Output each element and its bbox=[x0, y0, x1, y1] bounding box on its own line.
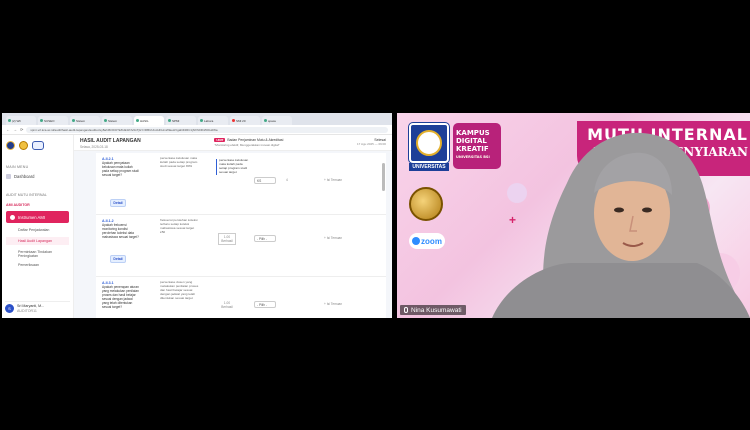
indicator-target: persentase dosen yang melakukan penilaia… bbox=[160, 280, 199, 300]
browser-tab-label: SUSEO bbox=[44, 118, 55, 123]
user-role: AUDITOR11 bbox=[17, 308, 37, 313]
unit-subtitle: "Monitoring efektif, Menggerakkan inovas… bbox=[214, 143, 280, 147]
favicon-icon bbox=[136, 119, 139, 122]
favicon-icon bbox=[40, 119, 43, 122]
indicator-question: Apakah penerapan aturan yang melakukan p… bbox=[102, 285, 139, 309]
scrollbar[interactable] bbox=[382, 163, 385, 191]
browser-tab[interactable]: space bbox=[262, 116, 292, 125]
indicator-target: frekuensi perolehan koleksi terbaru seti… bbox=[160, 218, 198, 234]
accreditation-logo bbox=[19, 140, 28, 150]
sidebar-sub-field-audit[interactable]: Hasil Audit Lapangan bbox=[6, 237, 69, 245]
participant-name-tag: Nina Kusumawati bbox=[400, 305, 466, 315]
favicon-icon bbox=[168, 119, 171, 122]
favicon-icon bbox=[104, 119, 107, 122]
favicon-icon bbox=[232, 119, 235, 122]
browser-tab[interactable]: Labora bbox=[198, 116, 228, 125]
sidebar-item-instrumen-ami[interactable]: Instrumen AMI bbox=[6, 211, 69, 223]
table-row: A.II.1.2 Apakah frekuensi monitoring kon… bbox=[96, 215, 386, 277]
indicator-question: Apakah frekuensi monitoring kondisi pero… bbox=[102, 223, 139, 239]
indicator-answer: persentase kelulusan mata kuliah pada se… bbox=[216, 158, 250, 175]
unit-tag: UNIT bbox=[214, 138, 226, 142]
audit-section-heading: AUDIT MUTU INTERNAL bbox=[6, 193, 47, 197]
sidebar-logos bbox=[6, 139, 69, 151]
unit-info: UNIT Badan Penjaminan Mutu & Akreditasi "… bbox=[214, 138, 283, 147]
score-value: 1.00 Berhasil bbox=[218, 233, 236, 245]
sidebar-item-label: Dashboard bbox=[14, 174, 35, 179]
page-date: Selasa, 2025-03-18 bbox=[80, 145, 108, 149]
favicon-icon bbox=[200, 119, 203, 122]
result-select[interactable]: - Pilih - bbox=[254, 235, 276, 242]
browser-tab-label: (2) Wh bbox=[12, 118, 21, 123]
detail-button[interactable]: Detail bbox=[110, 199, 126, 207]
browser-tab[interactable]: SPMI bbox=[166, 116, 196, 125]
user-profile[interactable]: S Sri Maryanti, M... AUDITOR11 bbox=[5, 301, 70, 315]
favicon-icon bbox=[264, 119, 267, 122]
spmi-app: MAIN MENU Dashboard AUDIT MUTU INTERNAL … bbox=[2, 135, 392, 318]
browser-tab-label: Labora bbox=[204, 118, 214, 123]
browser-tab[interactable]: (2) Wh bbox=[6, 116, 36, 125]
browser-tab-label: Sistem bbox=[76, 118, 86, 123]
avatar: S bbox=[5, 304, 14, 313]
indicator-target: persentase kelulusan mata kuliah pada se… bbox=[160, 156, 198, 168]
browser-tab[interactable]: HASIL bbox=[134, 116, 164, 125]
participant-name: Nina Kusumawati bbox=[411, 306, 462, 314]
browser-tab[interactable]: SUSEO bbox=[38, 116, 68, 125]
sidebar-sub-schedule[interactable]: Daftar Penjadwalan bbox=[6, 228, 69, 232]
instrument-icon bbox=[10, 214, 15, 220]
detail-button[interactable]: Detail bbox=[110, 255, 126, 263]
result-select[interactable]: KS bbox=[254, 177, 276, 184]
main-menu-heading: MAIN MENU bbox=[6, 165, 29, 169]
eye-left bbox=[614, 207, 624, 213]
favicon-icon bbox=[72, 119, 75, 122]
browser-tab-label: HASIL bbox=[140, 118, 149, 123]
status-badge: Selesai 17 Agu 2025 — 09:00 bbox=[357, 138, 386, 147]
dashboard-icon bbox=[6, 174, 11, 179]
favicon-icon bbox=[8, 119, 11, 122]
score-value: 1.00 Berhasil bbox=[221, 301, 233, 309]
spmi-logo bbox=[32, 140, 44, 150]
sidebar-item-label: Instrumen AMI bbox=[18, 214, 45, 220]
page-header: HASIL AUDIT LAPANGAN Selasa, 2025-03-18 … bbox=[74, 135, 392, 151]
reload-icon[interactable]: ⟳ bbox=[20, 127, 23, 132]
eye-right bbox=[642, 207, 652, 213]
indicator-question: Apakah pernyataan kelulusan mata kuliah … bbox=[102, 161, 139, 177]
webcam-feed: + + MUTU INTERNAL AM STUDI PENYIARAN UNI… bbox=[397, 113, 750, 318]
unit-name: Badan Penjaminan Mutu & Akreditasi bbox=[227, 138, 284, 142]
user-name: Sri Maryanti, M... bbox=[17, 304, 45, 308]
browser-tab-label: Sistem bbox=[108, 118, 118, 123]
page-title: HASIL AUDIT LAPANGAN bbox=[80, 138, 141, 144]
forward-icon[interactable]: → bbox=[13, 127, 17, 132]
role-heading: AMI AUDITOR bbox=[6, 203, 30, 207]
sidebar-sub-inspection[interactable]: Pemeriksaan bbox=[6, 263, 69, 267]
sidebar-item-dashboard[interactable]: Dashboard bbox=[6, 174, 69, 179]
table-row: A.II.3.1 Apakah penerapan aturan yang me… bbox=[96, 277, 386, 318]
browser-tab-label: space bbox=[268, 118, 277, 123]
sidebar: MAIN MENU Dashboard AUDIT MUTU INTERNAL … bbox=[2, 135, 74, 318]
add-finding-link[interactable]: + Isi Temuan bbox=[324, 302, 342, 306]
sidebar-sub-improvement[interactable]: Permintaan Tindakan Peningkatan bbox=[6, 250, 69, 258]
browser-tab[interactable]: Sistem bbox=[70, 116, 100, 125]
main-content: HASIL AUDIT LAPANGAN Selasa, 2025-03-18 … bbox=[74, 135, 392, 318]
shoulders-shape bbox=[492, 263, 750, 318]
browser-tab[interactable]: Sistem bbox=[102, 116, 132, 125]
browser-tab-label: SPMI bbox=[172, 118, 180, 123]
result-select[interactable]: - Pilih - bbox=[254, 301, 276, 308]
score-value: 4 bbox=[286, 178, 288, 182]
back-icon[interactable]: ← bbox=[6, 127, 10, 132]
browser-tab-label: SMI 20 bbox=[236, 118, 246, 123]
participant-video bbox=[492, 132, 750, 318]
url-field[interactable]: spmi-v2.kca.ac.id/audit/hasil-audit-lapa… bbox=[26, 126, 388, 133]
university-logo bbox=[6, 140, 15, 150]
browser-tab[interactable]: SMI 20 bbox=[230, 116, 260, 125]
meeting-stage: (2) Wh SUSEO Sistem Sistem HASIL SPMI Labora SM… bbox=[0, 0, 750, 430]
status-time: 17 Agu 2025 — 09:00 bbox=[356, 142, 386, 146]
mic-icon bbox=[404, 307, 408, 313]
add-finding-link[interactable]: + Isi Temuan bbox=[324, 178, 342, 182]
audit-table: A.II.2.1 Apakah pernyataan kelulusan mat… bbox=[96, 153, 386, 318]
browser-tabbar: (2) Wh SUSEO Sistem Sistem HASIL SPMI Labora SM… bbox=[2, 113, 392, 125]
address-bar: ← → ⟳ spmi-v2.kca.ac.id/audit/hasil-audi… bbox=[2, 125, 392, 135]
shared-screen: (2) Wh SUSEO Sistem Sistem HASIL SPMI Labora SM… bbox=[2, 113, 392, 318]
add-finding-link[interactable]: + Isi Temuan bbox=[324, 236, 342, 240]
table-row: A.II.2.1 Apakah pernyataan kelulusan mat… bbox=[96, 153, 386, 215]
